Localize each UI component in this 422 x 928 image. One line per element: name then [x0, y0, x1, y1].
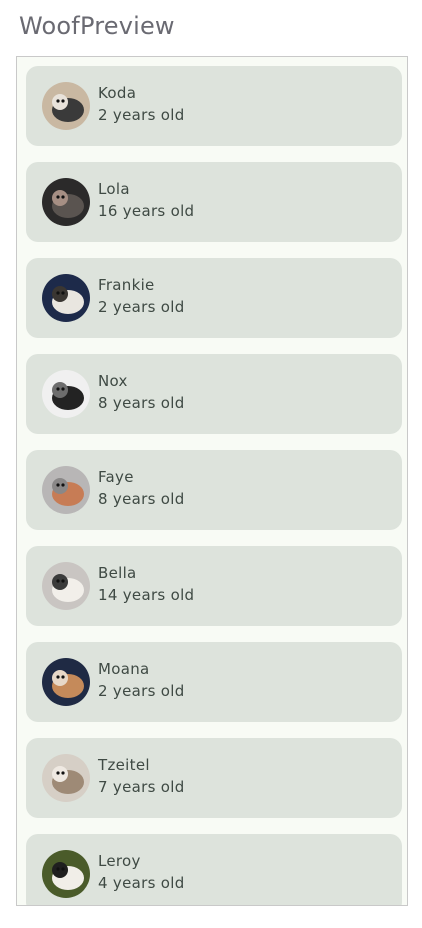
black-dog-photo-icon	[42, 178, 90, 226]
dog-info: Moana 2 years old	[98, 659, 185, 702]
dog-name: Lola	[98, 180, 130, 198]
dog-age: 7 years old	[98, 778, 185, 796]
dog-age: 8 years old	[98, 490, 185, 508]
dog-card[interactable]: Frankie 2 years old	[26, 258, 402, 338]
dog-info: Tzeitel 7 years old	[98, 755, 185, 798]
dog-info: Faye 8 years old	[98, 467, 185, 510]
dog-info: Koda 2 years old	[98, 83, 185, 126]
dog-info: Leroy 4 years old	[98, 851, 185, 894]
dog-card[interactable]: Moana 2 years old	[26, 642, 402, 722]
husky-photo-icon	[42, 82, 90, 130]
dog-age: 16 years old	[98, 202, 195, 220]
dog-name: Leroy	[98, 852, 141, 870]
white-dog-photo-icon	[42, 562, 90, 610]
dog-age: 2 years old	[98, 298, 185, 316]
dog-age: 14 years old	[98, 586, 195, 604]
dog-info: Nox 8 years old	[98, 371, 185, 414]
dog-card[interactable]: Tzeitel 7 years old	[26, 738, 402, 818]
dog-card[interactable]: Faye 8 years old	[26, 450, 402, 530]
corgi-photo-icon	[42, 658, 90, 706]
app-title: WoofPreview	[19, 12, 175, 40]
black-white-dog-photo-icon	[42, 370, 90, 418]
dog-card[interactable]: Lola 16 years old	[26, 162, 402, 242]
dog-card[interactable]: Koda 2 years old	[26, 66, 402, 146]
dog-age: 8 years old	[98, 394, 185, 412]
dog-info: Lola 16 years old	[98, 179, 194, 222]
dog-name: Frankie	[98, 276, 155, 294]
dog-age: 2 years old	[98, 682, 185, 700]
dog-on-floor-photo-icon	[42, 466, 90, 514]
dog-name: Moana	[98, 660, 150, 678]
dog-name: Faye	[98, 468, 134, 486]
dog-name: Nox	[98, 372, 128, 390]
preview-frame: Koda 2 years old Lola 16 years old Frankie 2 …	[16, 56, 408, 906]
sleeping-dog-photo-icon	[42, 754, 90, 802]
dog-card[interactable]: Leroy 4 years old	[26, 834, 402, 905]
dog-info: Frankie 2 years old	[98, 275, 185, 318]
dog-name: Bella	[98, 564, 137, 582]
dog-age: 2 years old	[98, 106, 185, 124]
dog-card[interactable]: Bella 14 years old	[26, 546, 402, 626]
dog-name: Tzeitel	[98, 756, 150, 774]
small-dog-photo-icon	[42, 274, 90, 322]
dog-name: Koda	[98, 84, 137, 102]
corgi-grass-photo-icon	[42, 850, 90, 898]
dog-age: 4 years old	[98, 874, 185, 892]
dog-info: Bella 14 years old	[98, 563, 194, 606]
dog-card[interactable]: Nox 8 years old	[26, 354, 402, 434]
dog-list[interactable]: Koda 2 years old Lola 16 years old Frankie 2 …	[26, 66, 402, 905]
